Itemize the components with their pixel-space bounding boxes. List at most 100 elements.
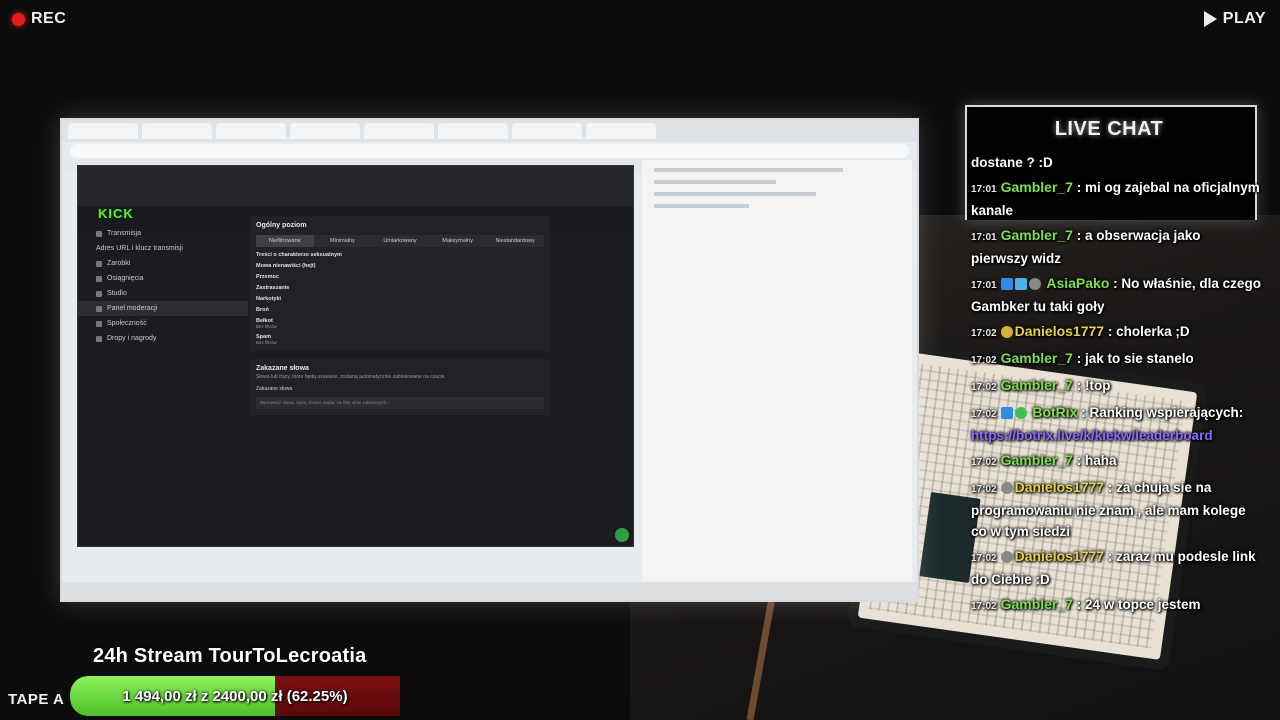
category-item[interactable]: Mowa nienawiści (hejt) [256,263,544,269]
sidebar-item-stream-key[interactable]: Adres URL i klucz transmisji [78,241,248,256]
category-item[interactable]: Bełkot Bez filtrów [256,318,544,329]
message-time: 17:01 [971,232,997,243]
gift-icon [96,335,102,342]
browser-tab[interactable] [68,123,138,139]
moderation-panel: Ogólny poziom Nieflitrowane Minimalny Um… [250,216,550,423]
cube-badge-icon [1014,278,1027,290]
category-name: Broń [256,307,269,313]
sidebar-item-label: Panel moderacji [107,305,158,312]
message-user[interactable]: BotRix [1032,404,1077,420]
category-item[interactable]: Broń [256,307,544,313]
browser-tab[interactable] [142,123,212,139]
category-item[interactable]: Narkotyki [256,296,544,302]
rec-indicator: REC [12,10,66,28]
category-item[interactable]: Treści o charakterze seksualnym [256,252,544,258]
chat-message: 17:01 Gambler_7 : a obserwacja jako pierw… [971,225,1261,269]
message-text: : cholerka ;D [1107,324,1190,339]
tape-label: TAPE A [8,691,65,708]
level-option[interactable]: Umiarkowany [371,235,429,247]
browser-tab[interactable] [216,123,286,139]
message-link[interactable]: https://botrix.live/k/kiekw/leaderboard [971,428,1213,443]
trophy-icon [96,275,102,282]
rec-label: REC [31,10,67,27]
message-user[interactable]: Danielos1777 [1015,548,1105,564]
sidebar-item-studio[interactable]: Studio [78,286,248,301]
sidebar-item-osiagniecia[interactable]: Osiągnięcia [78,271,248,286]
help-icon[interactable] [615,528,629,542]
level-option[interactable]: Maksymalny [428,235,487,247]
message-time: 17:02 [971,355,997,366]
live-chat-title: LIVE CHAT [1054,118,1164,140]
message-time: 17:01 [971,184,997,195]
level-option[interactable]: Nieflitrowane [256,235,314,247]
chat-messages: dostane ? :D 17:01 Gambler_7 : mi og zaje… [971,152,1261,621]
level-option[interactable]: Niestandardowy [486,235,544,247]
sidebar-item-panel-moderacji[interactable]: Panel moderacji [78,301,248,316]
sidebar-item-transmisja[interactable]: Transmisja [78,226,248,241]
browser-tab[interactable] [512,123,582,139]
chat-message: 17:02 Gambler_7 : !top [971,375,1261,398]
message-user[interactable]: Danielos1777 [1015,323,1105,339]
hammer-icon [96,305,102,312]
badge-icon [1000,278,1013,290]
money-icon [96,260,102,267]
browser-tab[interactable] [438,123,508,139]
sidebar-item-dropy[interactable]: Dropy i nagrody [78,331,248,346]
category-name: Treści o charakterze seksualnym [256,252,342,258]
message-user[interactable]: Gambler_7 [1001,452,1073,468]
message-user[interactable]: Gambler_7 [1001,227,1073,243]
studio-icon [96,290,102,297]
broadcast-icon [96,230,102,237]
message-user[interactable]: Gambler_7 [1001,179,1073,195]
coin-badge-icon [1000,326,1013,338]
message-user[interactable]: Danielos1777 [1015,479,1105,495]
category-item[interactable]: Spam Bez filtrów [256,334,544,345]
chat-message: 17:01 Gambler_7 : mi og zajebal na oficja… [971,177,1261,221]
general-level-title: Ogólny poziom [256,222,307,229]
chat-message: 17:02 Gambler_7 : haha [971,450,1261,473]
sidebar-item-label: Adres URL i klucz transmisji [96,245,183,252]
play-label: PLAY [1222,10,1266,27]
kick-logo[interactable]: KICK [98,206,134,221]
banned-words-field-label: Zakazane słowa [256,386,293,392]
banned-words-title: Zakazane słowa [256,365,309,372]
level-option[interactable]: Minimalny [313,235,372,247]
kick-dashboard-window: KICK Transmisja Adres URL i klucz transm… [77,165,634,547]
category-desc: Bez filtrów [256,324,277,329]
message-time: 17:02 [971,328,997,339]
message-time: 17:02 [971,553,997,564]
category-item[interactable]: Zastraszanie [256,285,544,291]
taskbar [62,582,917,600]
category-name: Zastraszanie [256,285,290,291]
stream-title: 24h Stream TourToLecroatia [93,645,367,667]
kick-sidebar: Transmisja Adres URL i klucz transmisji … [78,226,248,346]
chat-message: 17:02 Gambler_7 : 24 w topce jestem [971,594,1261,617]
sidebar-item-label: Społeczność [107,320,147,327]
verified-badge-icon [1014,407,1027,419]
category-name: Mowa nienawiści (hejt) [256,263,316,269]
category-name: Przemoc [256,274,279,280]
kick-browser-chrome [78,166,633,206]
x-badge-icon [1000,482,1013,494]
donation-goal-bar: 1 494,00 zł z 2400,00 zł (62.25%) [70,676,400,716]
category-item[interactable]: Przemoc [256,274,544,280]
address-bar[interactable] [70,144,909,158]
chat-message: 17:02 Danielos1777 : cholerka ;D [971,321,1261,344]
message-user[interactable]: Gambler_7 [1001,377,1073,393]
sidebar-item-spolecznosc[interactable]: Społeczność [78,316,248,331]
code-editor [642,160,912,590]
banned-words-input[interactable]: Wprowadź słowo, którą chcesz dodać na li… [256,397,544,409]
play-icon [1203,11,1217,27]
browser-tab[interactable] [290,123,360,139]
browser-tab[interactable] [364,123,434,139]
message-user[interactable]: Gambler_7 [1001,596,1073,612]
message-text: : haha [1076,453,1117,468]
bot-badge-icon [1000,407,1013,419]
message-user[interactable]: AsiaPako [1046,275,1109,291]
sidebar-item-zarobki[interactable]: Zarobki [78,256,248,271]
message-user[interactable]: Gambler_7 [1001,350,1073,366]
browser-tab[interactable] [586,123,656,139]
chat-message: dostane ? :D [971,152,1261,173]
sidebar-item-label: Zarobki [107,260,131,267]
message-text: : Ranking wspierających: [1081,405,1244,420]
